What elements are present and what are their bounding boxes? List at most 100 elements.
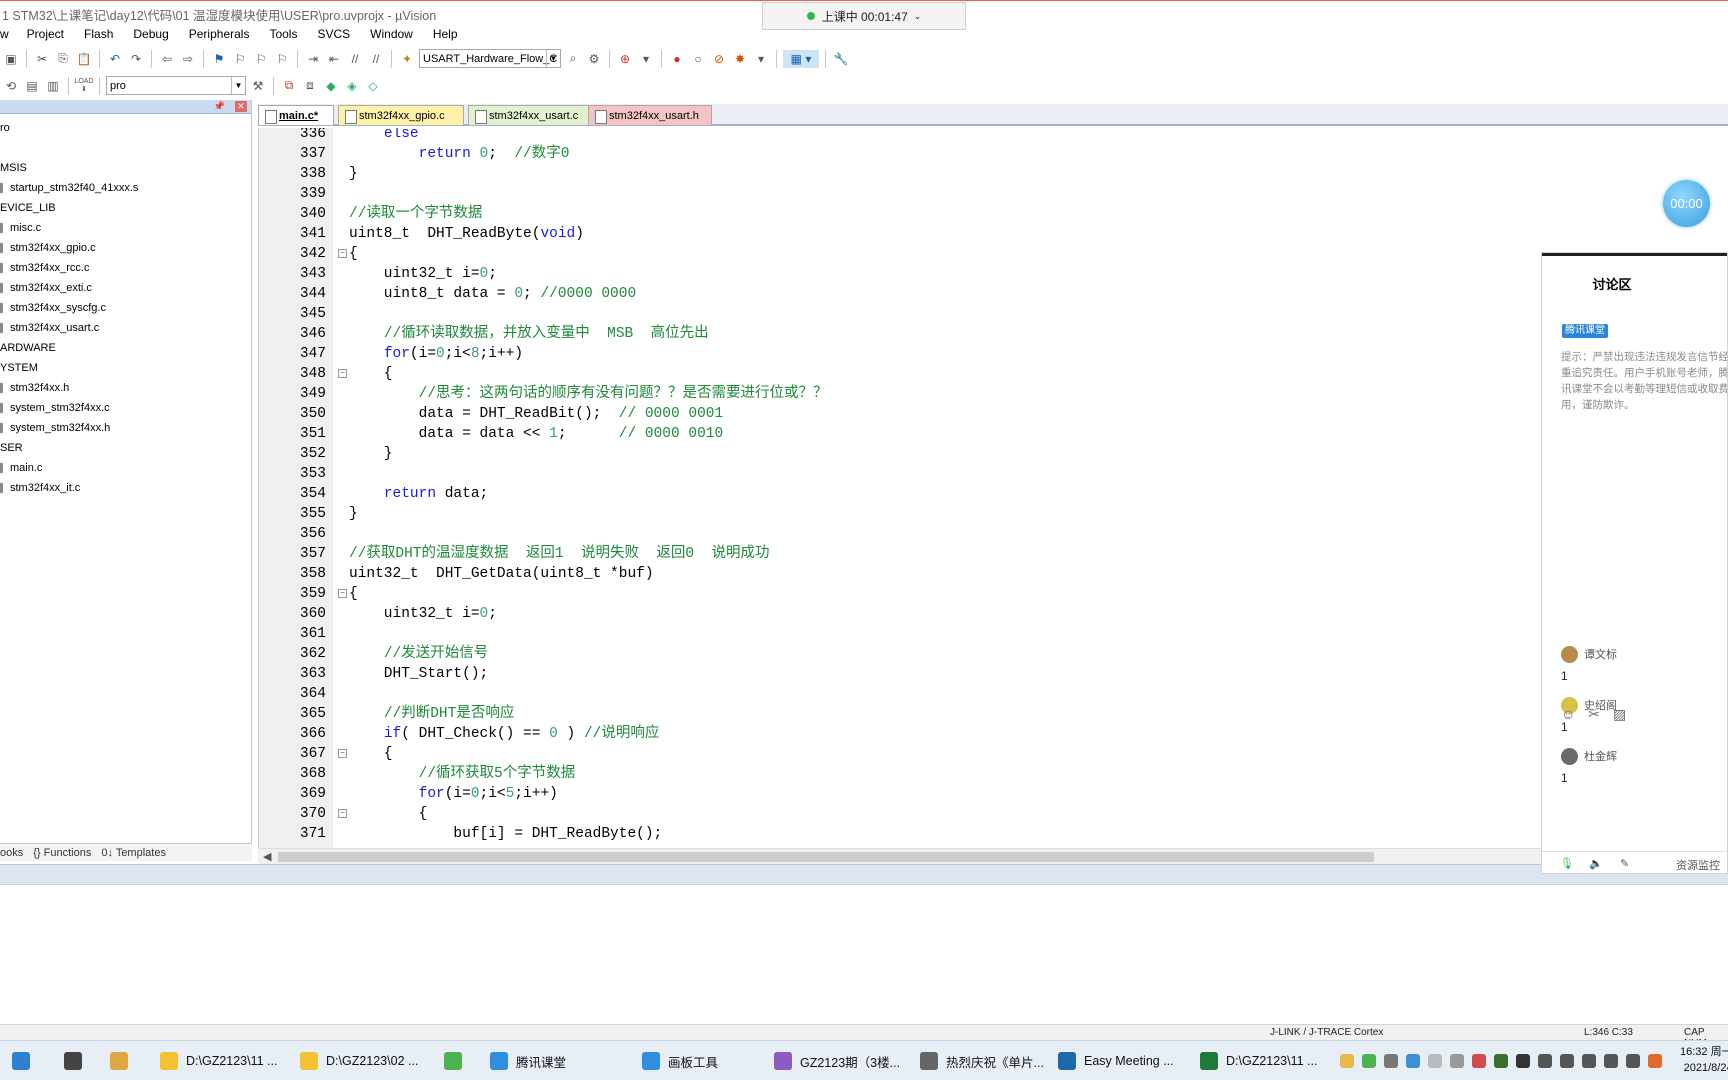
window-layout-icon[interactable]: ▦ ▾ [783, 49, 819, 68]
taskbar-app[interactable]: D:\GZ2123\11 ... [160, 1047, 277, 1075]
configure-icon[interactable]: ⚙ [585, 50, 603, 68]
taskbar-clock[interactable]: 16:32 周一 2021/8/24 [1680, 1044, 1728, 1076]
scroll-left-icon[interactable]: ◀ [263, 850, 271, 863]
tree-file-item[interactable]: stm32f4xx_exti.c [0, 278, 251, 298]
ime-icon[interactable] [1604, 1054, 1618, 1068]
tray-app-icon[interactable] [1428, 1054, 1442, 1068]
taskbar-app[interactable] [444, 1047, 470, 1075]
nav-back-icon[interactable]: ⇦ [158, 50, 176, 68]
editor-tab[interactable]: stm32f4xx_usart.c [468, 105, 590, 125]
undo-icon[interactable]: ↶ [106, 50, 124, 68]
new-file-icon[interactable]: ▣ [2, 50, 20, 68]
tree-group-item[interactable]: ro [0, 118, 251, 138]
copy-icon[interactable]: ⎘ [54, 50, 72, 68]
tray-app-icon[interactable] [1340, 1054, 1354, 1068]
tray-app-icon[interactable] [1516, 1054, 1530, 1068]
target-options-icon[interactable]: ⚒ [249, 77, 267, 95]
tab-functions[interactable]: {} Functions [33, 847, 91, 859]
fold-toggle-icon[interactable]: − [338, 809, 347, 818]
tree-file-item[interactable]: stm32f4xx_rcc.c [0, 258, 251, 278]
breakpoint-kill-icon[interactable]: ⊘ [710, 50, 728, 68]
unindent-icon[interactable]: ⇤ [325, 50, 343, 68]
bookmark-prev-icon[interactable]: ⚐ [231, 50, 249, 68]
network-icon[interactable] [1560, 1054, 1574, 1068]
select-packs-icon[interactable]: ◆ [322, 77, 340, 95]
taskbar-app[interactable]: D:\GZ2123\11 ... [1200, 1047, 1317, 1075]
taskbar-app[interactable]: Easy Meeting ... [1058, 1047, 1174, 1075]
tree-group-item[interactable] [0, 138, 251, 158]
volume-icon[interactable] [1582, 1054, 1596, 1068]
microphone-icon[interactable] [1538, 1054, 1552, 1068]
breakpoint-icon[interactable]: ● [668, 50, 686, 68]
timer-bubble[interactable]: 00:00 [1663, 180, 1710, 227]
taskbar-calculator[interactable] [64, 1047, 90, 1075]
indent-icon[interactable]: ⇥ [304, 50, 322, 68]
menu-item[interactable]: Debug [123, 27, 178, 41]
close-icon[interactable]: ✕ [235, 101, 247, 112]
comment-icon[interactable]: // [346, 50, 364, 68]
taskbar-app[interactable]: GZ2123期（3楼... [774, 1047, 900, 1075]
uncomment-icon[interactable]: // [367, 50, 385, 68]
horizontal-scrollbar[interactable]: ◀ [258, 848, 1728, 864]
breakpoint-kill-all-icon[interactable]: ✸ [731, 50, 749, 68]
fold-toggle-icon[interactable]: − [338, 749, 347, 758]
image-icon[interactable]: ▨ [1613, 706, 1626, 723]
menu-item[interactable]: SVCS [307, 27, 360, 41]
start-button[interactable] [12, 1047, 38, 1075]
tree-file-item[interactable]: system_stm32f4xx.c [0, 398, 251, 418]
tree-file-item[interactable]: stm32f4xx.h [0, 378, 251, 398]
manage-components-icon[interactable]: ⧈ [301, 77, 319, 95]
code-editor[interactable]: 336 else 337 return 0; //数字0 338} 339 340//读… [258, 128, 1728, 848]
editor-tab[interactable]: stm32f4xx_gpio.c [338, 105, 464, 125]
taskbar-app[interactable]: 腾讯课堂 [490, 1047, 566, 1075]
build-icon[interactable]: ▤ [23, 77, 41, 95]
class-status-pill[interactable]: 上课中 00:01:47 ⌄ [762, 2, 966, 30]
project-target-select[interactable]: pro ▼ [106, 76, 246, 95]
tray-app-icon[interactable] [1648, 1054, 1662, 1068]
microphone-icon[interactable]: 🎙 [1560, 857, 1574, 870]
find-in-files-icon[interactable]: ✦ [398, 50, 416, 68]
pin-icon[interactable]: 📌 [214, 101, 225, 112]
tree-group-item[interactable]: YSTEM [0, 358, 251, 378]
nav-forward-icon[interactable]: ⇨ [179, 50, 197, 68]
tray-app-icon[interactable] [1472, 1054, 1486, 1068]
draw-icon[interactable]: ✎ [1620, 857, 1629, 870]
chevron-down-icon[interactable]: ▾ [752, 50, 770, 68]
tray-app-icon[interactable] [1626, 1054, 1640, 1068]
menu-item[interactable]: Flash [74, 27, 123, 41]
tray-app-icon[interactable] [1450, 1054, 1464, 1068]
fold-toggle-icon[interactable]: − [338, 369, 347, 378]
tree-file-item[interactable]: main.c [0, 458, 251, 478]
cut-icon[interactable]: ✂ [33, 50, 51, 68]
pack-installer-icon[interactable]: ◈ [343, 77, 361, 95]
breakpoint-disable-icon[interactable]: ○ [689, 50, 707, 68]
menu-item[interactable]: Project [17, 27, 74, 41]
taskbar-app[interactable]: 画板工具 [642, 1047, 718, 1075]
editor-tab[interactable]: main.c* [258, 105, 334, 125]
tree-file-item[interactable]: stm32f4xx_usart.c [0, 318, 251, 338]
resource-monitor-link[interactable]: 资源监控 [1676, 857, 1720, 873]
emoji-icon[interactable]: ☺ [1561, 706, 1575, 723]
tree-file-item[interactable]: misc.c [0, 218, 251, 238]
tree-file-item[interactable]: stm32f4xx_gpio.c [0, 238, 251, 258]
tray-app-icon[interactable] [1384, 1054, 1398, 1068]
speaker-icon[interactable]: 🔈 [1589, 857, 1603, 870]
target-select[interactable]: USART_Hardware_Flow_C ▼ [419, 49, 561, 68]
translate-icon[interactable]: ⟲ [2, 77, 20, 95]
fold-toggle-icon[interactable]: − [338, 249, 347, 258]
tab-templates[interactable]: 0↓ Templates [101, 847, 166, 859]
file-extensions-icon[interactable]: ⧉ [280, 77, 298, 95]
tree-file-item[interactable]: system_stm32f4xx.h [0, 418, 251, 438]
editor-tab[interactable]: stm32f4xx_usart.h [588, 105, 712, 125]
tab-books[interactable]: ooks [0, 847, 23, 859]
menu-item[interactable]: w [0, 27, 17, 41]
tree-group-item[interactable]: EVICE_LIB [0, 198, 251, 218]
chevron-down-icon[interactable]: ▾ [637, 50, 655, 68]
tree-group-item[interactable]: MSIS [0, 158, 251, 178]
tree-file-item[interactable]: stm32f4xx_it.c [0, 478, 251, 498]
redo-icon[interactable]: ↷ [127, 50, 145, 68]
taskbar-app[interactable]: 热烈庆祝《单片... [920, 1047, 1044, 1075]
rebuild-icon[interactable]: ▥ [44, 77, 62, 95]
tray-app-icon[interactable] [1494, 1054, 1508, 1068]
menu-item[interactable]: Peripherals [179, 27, 260, 41]
